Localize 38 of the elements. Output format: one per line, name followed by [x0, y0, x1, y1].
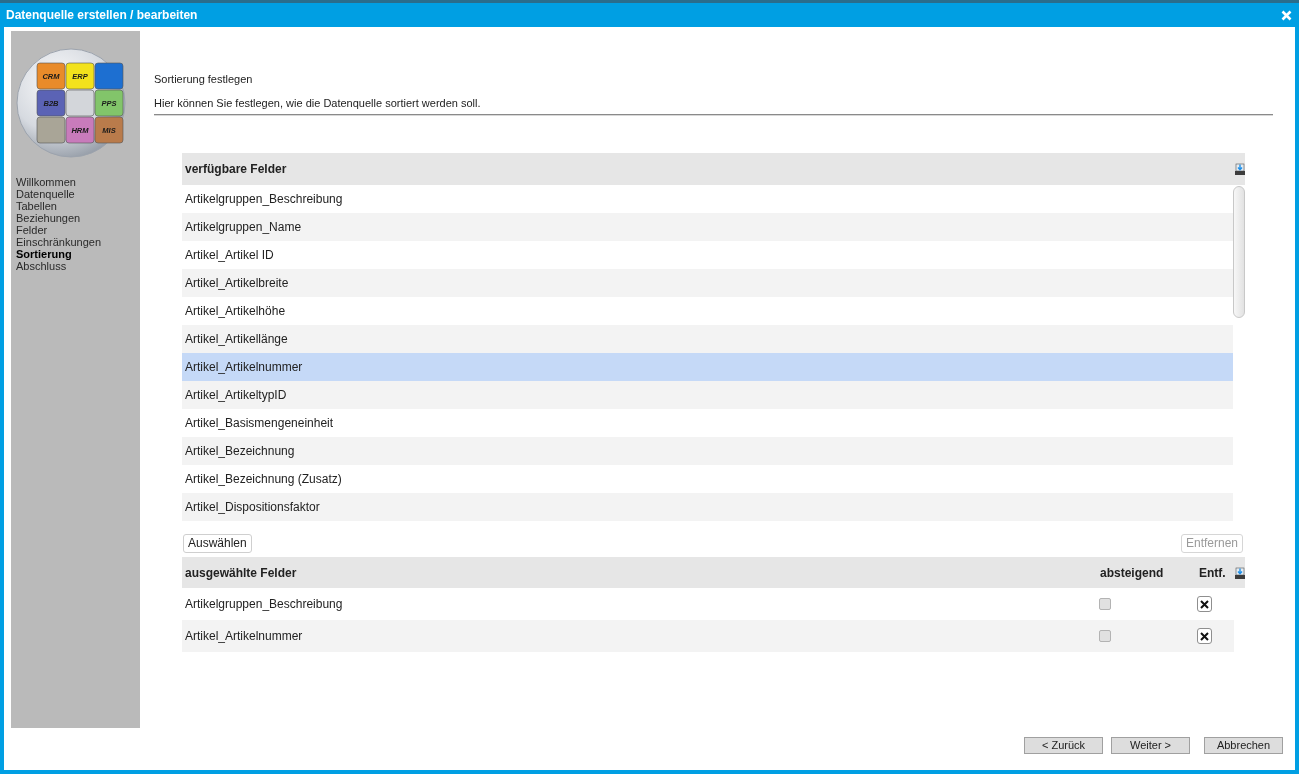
- delete-button[interactable]: [1197, 628, 1212, 644]
- page-description: Hier können Sie festlegen, wie die Datenquelle sortiert werden soll.: [154, 97, 481, 110]
- field-list-item[interactable]: Artikel_Artikelbreite: [182, 269, 1233, 297]
- footer-button[interactable]: < Zurück: [1024, 737, 1103, 754]
- descending-checkbox[interactable]: [1099, 630, 1111, 642]
- field-name-cell-text: Artikel_Artikelnummer: [185, 628, 303, 645]
- page-heading: Sortierung festlegen: [154, 73, 253, 86]
- step-item: Willkommen: [16, 176, 76, 188]
- column-header: Entf.: [1199, 564, 1226, 582]
- step-item: Einschränkungen: [16, 236, 101, 248]
- select-button[interactable]: Auswählen: [183, 534, 252, 553]
- field-list-item[interactable]: Artikelgruppen_Name: [182, 213, 1233, 241]
- step-item: Abschluss: [16, 260, 67, 272]
- field-list-item[interactable]: Artikel_ArtikeltypID: [182, 381, 1233, 409]
- list-title: verfügbare Felder: [185, 161, 287, 178]
- field-list-item[interactable]: Artikel_Artikelnummer: [182, 353, 1233, 381]
- delete-button[interactable]: [1197, 596, 1212, 612]
- column-header: absteigend: [1100, 564, 1164, 582]
- x-icon: [1200, 599, 1209, 609]
- step-item: Datenquelle: [16, 188, 75, 200]
- field-name-cell-text: Artikelgruppen_Beschreibung: [185, 596, 343, 613]
- field-list-item[interactable]: Artikel_Dispositionsfaktor: [182, 493, 1233, 521]
- download-icon[interactable]: [1235, 163, 1245, 175]
- footer-button[interactable]: Abbrechen: [1204, 737, 1283, 754]
- field-list-item[interactable]: Artikel_Artikellänge: [182, 325, 1233, 353]
- step-item: Sortierung: [16, 248, 72, 260]
- descending-checkbox[interactable]: [1099, 598, 1111, 610]
- window-title: Datenquelle erstellen / bearbeiten: [6, 8, 198, 22]
- column-header: ausgewählte Felder: [185, 564, 297, 582]
- footer-button[interactable]: Weiter >: [1111, 737, 1190, 754]
- scrollbar-thumb[interactable]: [1233, 186, 1245, 318]
- download-icon[interactable]: [1235, 566, 1245, 579]
- x-icon: [1200, 631, 1209, 641]
- step-item: Beziehungen: [16, 212, 81, 224]
- step-item: Felder: [16, 224, 48, 236]
- close-icon[interactable]: [1281, 9, 1292, 21]
- step-item: Tabellen: [16, 200, 57, 212]
- field-list-item[interactable]: Artikel_Bezeichnung: [182, 437, 1233, 465]
